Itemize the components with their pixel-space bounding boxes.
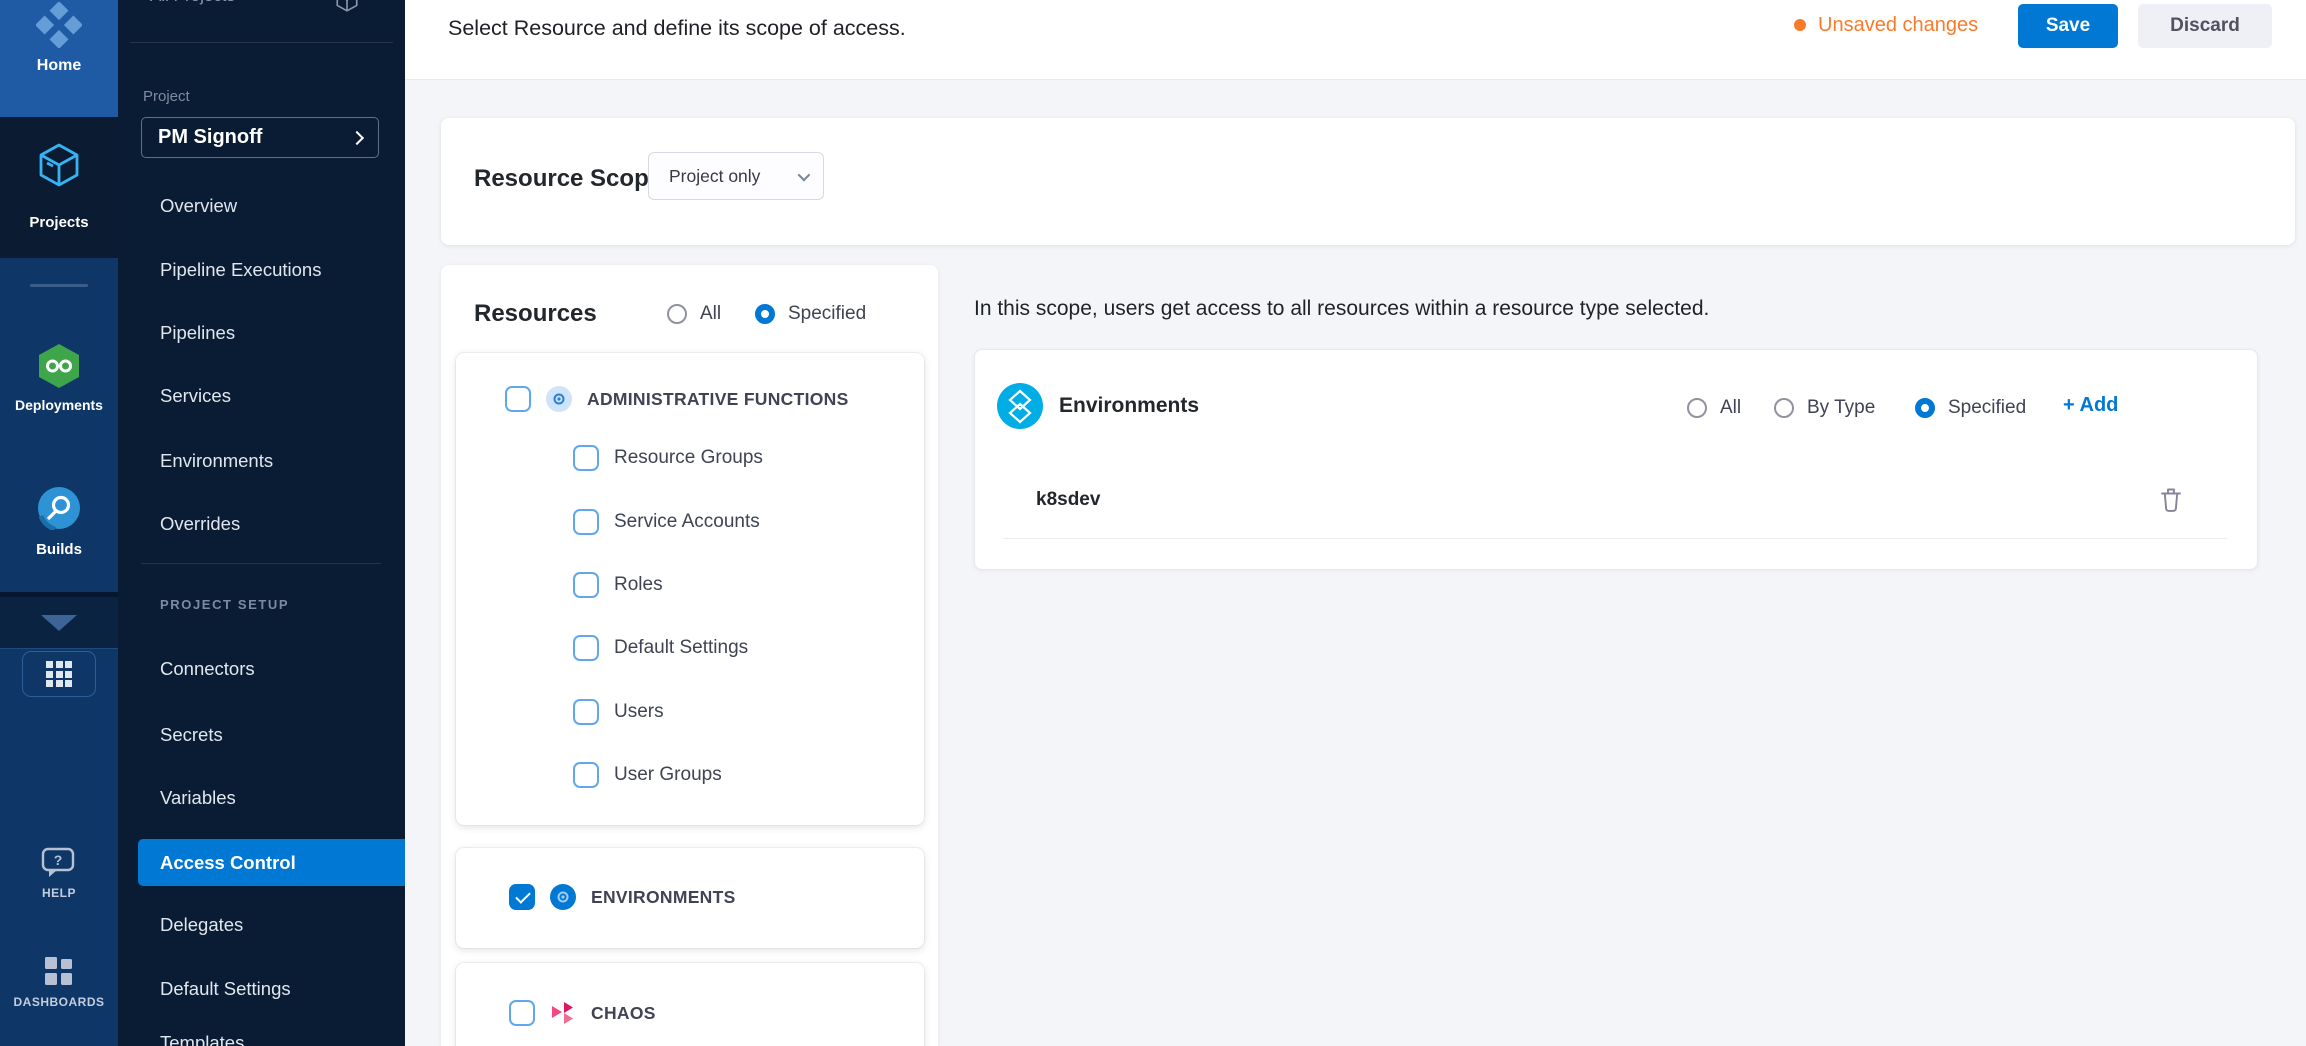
admin-functions-checkbox[interactable]	[505, 386, 531, 412]
sidebar-item-connectors[interactable]: Connectors	[160, 658, 390, 680]
resource-sub-row: Service Accounts	[573, 509, 760, 535]
sidebar-item-delegates[interactable]: Delegates	[160, 914, 390, 936]
env-radio-specified[interactable]: Specified	[1915, 397, 2026, 419]
sidebar-item-overview[interactable]: Overview	[160, 195, 390, 217]
rail-label-dashboards: DASHBOARDS	[0, 995, 118, 1009]
resource-sub-row: Resource Groups	[573, 445, 763, 471]
environments-card-title: Environments	[1059, 394, 1199, 418]
rail-label-home: Home	[0, 57, 118, 75]
project-sidebar: All Projects Project PM Signoff Overview…	[118, 0, 405, 1046]
chaos-icon	[550, 1000, 576, 1026]
page-subtitle: Select Resource and define its scope of …	[448, 16, 906, 41]
rail-item-home[interactable]: Home	[0, 0, 118, 117]
scope-description: In this scope, users get access to all r…	[974, 297, 1709, 321]
sidebar-item-templates[interactable]: Templates	[160, 1032, 390, 1046]
rail-label-projects: Projects	[0, 214, 118, 231]
radio-icon[interactable]	[667, 304, 687, 324]
sidebar-divider	[130, 42, 393, 43]
resource-scope-card: Resource Scope Project only	[441, 118, 2295, 245]
resource-sub-row: Default Settings	[573, 635, 748, 661]
radio-icon[interactable]	[1774, 398, 1794, 418]
top-bar: Select Resource and define its scope of …	[405, 0, 2306, 80]
resource-groups-checkbox[interactable]	[573, 445, 599, 471]
resource-sub-row: Users	[573, 699, 664, 725]
discard-button[interactable]: Discard	[2138, 4, 2272, 48]
sidebar-item-access-control[interactable]: Access Control	[138, 839, 405, 886]
projects-icon	[0, 141, 118, 189]
dropdown-chevron-icon	[798, 168, 811, 181]
resource-scope-dropdown[interactable]: Project only	[648, 152, 824, 200]
radio-icon[interactable]	[1687, 398, 1707, 418]
unsaved-dot	[1794, 19, 1806, 31]
resource-scope-value: Project only	[669, 166, 760, 187]
sidebar-item-environments[interactable]: Environments	[160, 450, 390, 472]
rail-label-deployments: Deployments	[0, 397, 118, 413]
dashboards-icon[interactable]	[0, 955, 118, 987]
row-divider	[1003, 538, 2227, 539]
project-label: Project	[143, 88, 190, 105]
sidebar-item-services[interactable]: Services	[160, 385, 390, 407]
project-setup-heading: PROJECT SETUP	[160, 597, 289, 612]
rail-divider	[30, 284, 88, 287]
home-icon	[0, 2, 118, 48]
roles-checkbox[interactable]	[573, 572, 599, 598]
radio-icon[interactable]	[1915, 398, 1935, 418]
users-checkbox[interactable]	[573, 699, 599, 725]
resources-radio-all[interactable]: All	[667, 303, 721, 325]
app-root: Home Projects	[0, 0, 2306, 1046]
project-selector[interactable]: PM Signoff	[141, 117, 379, 158]
project-chevron-icon	[350, 130, 364, 144]
chaos-checkbox[interactable]	[509, 1000, 535, 1026]
environments-icon	[550, 884, 576, 910]
cube-icon	[334, 0, 360, 13]
environments-detail-card: Environments All By Type Specified + Add…	[974, 349, 2258, 570]
resource-group-card-environments: ENVIRONMENTS	[456, 848, 924, 948]
svg-text:?: ?	[54, 852, 63, 868]
environments-checkbox[interactable]	[509, 884, 535, 910]
resource-group-row: ENVIRONMENTS	[509, 884, 736, 910]
sidebar-item-secrets[interactable]: Secrets	[160, 724, 390, 746]
sidebar-item-overrides[interactable]: Overrides	[160, 513, 390, 535]
radio-icon[interactable]	[755, 304, 775, 324]
resources-panel: Resources All Specified ADMINISTRATIVE	[441, 265, 938, 1046]
resource-group-card-chaos: CHAOS	[456, 963, 924, 1046]
rail-label-help: HELP	[0, 886, 118, 900]
save-button[interactable]: Save	[2018, 4, 2118, 48]
chevron-down-icon[interactable]	[41, 615, 77, 631]
resource-sub-row: User Groups	[573, 762, 722, 788]
scope-selector-label[interactable]: All Projects	[150, 0, 235, 6]
resource-group-row: ADMINISTRATIVE FUNCTIONS	[505, 386, 849, 412]
admin-functions-icon	[546, 386, 572, 412]
resource-sub-row: Roles	[573, 572, 663, 598]
resource-group-card-admin: ADMINISTRATIVE FUNCTIONS Resource Groups…	[456, 353, 924, 825]
resources-title: Resources	[474, 300, 597, 328]
sidebar-item-pipeline-executions[interactable]: Pipeline Executions	[160, 259, 390, 281]
default-settings-checkbox[interactable]	[573, 635, 599, 661]
module-rail: Home Projects	[0, 0, 118, 1046]
rail-item-projects[interactable]: Projects	[0, 117, 118, 258]
resources-radio-specified[interactable]: Specified	[755, 303, 866, 325]
add-resource-button[interactable]: + Add	[2063, 394, 2118, 417]
sidebar-item-variables[interactable]: Variables	[160, 787, 390, 809]
environments-circle-icon	[997, 383, 1043, 429]
env-row-label: k8sdev	[1036, 489, 1100, 511]
sidebar-divider	[141, 563, 381, 564]
user-groups-checkbox[interactable]	[573, 762, 599, 788]
resource-group-row: CHAOS	[509, 1000, 656, 1026]
module-grid-icon[interactable]	[22, 651, 96, 697]
deployments-icon[interactable]	[0, 343, 118, 389]
env-radio-by-type[interactable]: By Type	[1774, 397, 1875, 419]
env-radio-all[interactable]: All	[1687, 397, 1741, 419]
project-name: PM Signoff	[158, 126, 262, 149]
builds-icon[interactable]	[0, 486, 118, 530]
service-accounts-checkbox[interactable]	[573, 509, 599, 535]
sidebar-item-pipelines[interactable]: Pipelines	[160, 322, 390, 344]
unsaved-changes-label: Unsaved changes	[1818, 14, 1978, 37]
rail-label-builds: Builds	[0, 541, 118, 558]
sidebar-item-default-settings[interactable]: Default Settings	[160, 978, 390, 1000]
resource-scope-label: Resource Scope	[474, 165, 662, 193]
help-icon[interactable]: ?	[0, 847, 118, 881]
trash-icon[interactable]	[2158, 486, 2184, 513]
